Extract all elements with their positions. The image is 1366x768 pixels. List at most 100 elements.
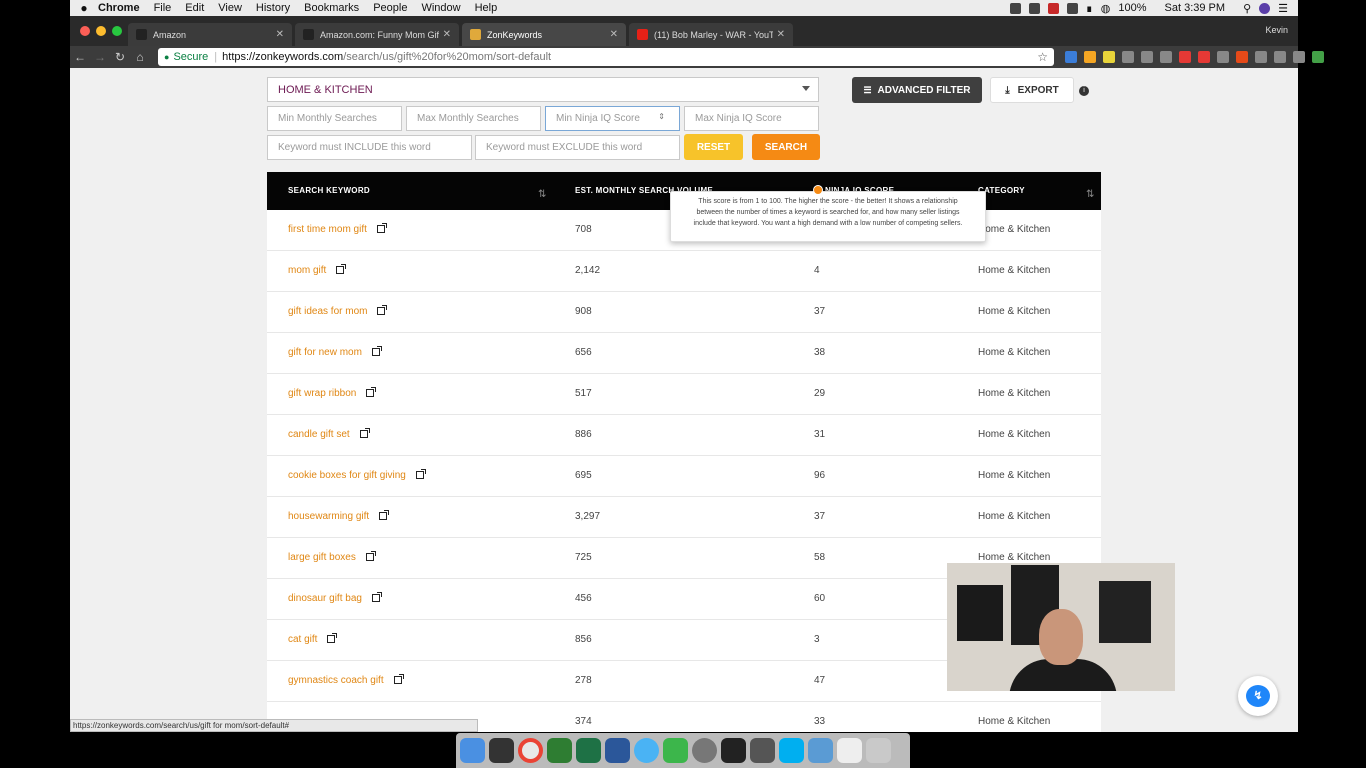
external-link-icon[interactable] [377,305,388,315]
keyword-link[interactable]: dinosaur gift bag [288,593,362,604]
minimize-window-button[interactable] [96,26,106,36]
apple-icon[interactable]: ● [70,1,98,15]
menu-bookmarks[interactable]: Bookmarks [304,2,359,14]
external-link-icon[interactable] [415,469,426,479]
column-header-keyword[interactable]: SEARCH KEYWORD [288,186,370,195]
menu-file[interactable]: File [154,2,172,14]
extension-icon[interactable] [1160,51,1172,63]
keyword-link[interactable]: candle gift set [288,429,350,440]
keyword-link[interactable]: gift ideas for mom [288,306,367,317]
document-icon[interactable] [837,738,862,763]
siri-icon[interactable] [1259,2,1271,14]
menu-window[interactable]: Window [421,2,460,14]
info-icon[interactable]: i [1079,86,1089,96]
zoom-window-button[interactable] [112,26,122,36]
skype-icon[interactable] [779,738,804,763]
word-icon[interactable] [605,738,630,763]
close-icon[interactable]: ✕ [610,29,618,40]
back-icon[interactable]: ← [70,50,90,64]
status-icon[interactable] [1066,2,1078,14]
advanced-filter-button[interactable]: ☰ ADVANCED FILTER [852,77,982,103]
tab-zonkeywords[interactable]: ZonKeywords ✕ [462,23,626,46]
close-window-button[interactable] [80,26,90,36]
external-link-icon[interactable] [366,387,377,397]
bluetooth-icon[interactable]: ∎ [1086,2,1093,15]
keyword-link[interactable]: cookie boxes for gift giving [288,470,406,481]
external-link-icon[interactable] [371,346,382,356]
keyword-link[interactable]: gymnastics coach gift [288,675,384,686]
search-button[interactable]: SEARCH [752,134,820,160]
clock[interactable]: Sat 3:39 PM [1165,2,1226,14]
profile-name[interactable]: Kevin [1265,25,1288,35]
siri-icon[interactable] [489,738,514,763]
keyword-link[interactable]: first time mom gift [288,224,367,235]
max-monthly-searches-input[interactable]: Max Monthly Searches [406,106,541,131]
close-icon[interactable]: ✕ [276,29,284,40]
stepper-icon[interactable]: ⇕ [658,112,665,121]
min-monthly-searches-input[interactable]: Min Monthly Searches [267,106,402,131]
status-icon[interactable] [1028,2,1040,14]
status-icon[interactable] [1009,2,1021,14]
menu-help[interactable]: Help [475,2,498,14]
score-info-icon[interactable] [813,185,823,195]
battery-label[interactable]: 100% [1118,2,1146,14]
final-cut-icon[interactable] [721,738,746,763]
extension-icon[interactable] [1103,51,1115,63]
external-link-icon[interactable] [365,551,376,561]
messenger-chat-button[interactable]: ↯ [1238,676,1278,716]
extension-icon[interactable] [1065,51,1077,63]
external-link-icon[interactable] [379,510,390,520]
excel-icon[interactable] [576,738,601,763]
reload-icon[interactable]: ↻ [110,50,130,64]
extension-icon[interactable] [1274,51,1286,63]
settings-icon[interactable] [692,738,717,763]
menu-edit[interactable]: Edit [185,2,204,14]
exclude-keyword-input[interactable]: Keyword must EXCLUDE this word [475,135,680,160]
extension-icon[interactable] [1122,51,1134,63]
finder-icon[interactable] [460,738,485,763]
close-icon[interactable]: ✕ [777,29,785,40]
keyword-link[interactable]: cat gift [288,634,317,645]
extension-icon[interactable] [1141,51,1153,63]
external-link-icon[interactable] [327,633,338,643]
keyword-link[interactable]: large gift boxes [288,552,356,563]
menu-list-icon[interactable]: ☰ [1278,2,1288,15]
sort-icon[interactable]: ⇅ [538,189,547,200]
chrome-icon[interactable] [518,738,543,763]
search-icon[interactable]: ⚲ [1243,2,1251,15]
extension-icon[interactable] [1236,51,1248,63]
extension-icon[interactable] [1179,51,1191,63]
menu-people[interactable]: People [373,2,407,14]
extension-icon[interactable] [1293,51,1305,63]
close-icon[interactable]: ✕ [443,29,451,40]
extension-icon[interactable] [1217,51,1229,63]
external-link-icon[interactable] [359,428,370,438]
address-bar[interactable]: ● Secure | https://zonkeywords.com /sear… [158,48,1054,66]
messages-icon[interactable] [634,738,659,763]
max-ninja-iq-score-input[interactable]: Max Ninja IQ Score [684,106,819,131]
export-button[interactable]: ⤓ EXPORT [990,77,1074,103]
tab-youtube[interactable]: (11) Bob Marley - WAR - YouTu ✕ [629,23,793,46]
bookmark-star-icon[interactable]: ☆ [1037,50,1048,64]
menu-history[interactable]: History [256,2,290,14]
keyword-link[interactable]: gift wrap ribbon [288,388,356,399]
keyword-link[interactable]: housewarming gift [288,511,369,522]
include-keyword-input[interactable]: Keyword must INCLUDE this word [267,135,472,160]
extension-icon[interactable] [1084,51,1096,63]
status-icon[interactable] [1047,2,1059,14]
forward-icon[interactable]: → [90,50,110,64]
external-link-icon[interactable] [393,674,404,684]
menu-app-name[interactable]: Chrome [98,2,140,14]
extension-icon[interactable] [1312,51,1324,63]
sort-icon[interactable]: ⇅ [1086,189,1095,200]
external-link-icon[interactable] [336,264,347,274]
extension-icon[interactable] [1255,51,1267,63]
menu-view[interactable]: View [218,2,242,14]
category-select[interactable]: HOME & KITCHEN [267,77,819,102]
trash-icon[interactable] [866,738,891,763]
extension-icon[interactable] [1198,51,1210,63]
reset-button[interactable]: RESET [684,134,743,160]
keyword-link[interactable]: mom gift [288,265,326,276]
external-link-icon[interactable] [371,592,382,602]
external-link-icon[interactable] [376,223,387,233]
